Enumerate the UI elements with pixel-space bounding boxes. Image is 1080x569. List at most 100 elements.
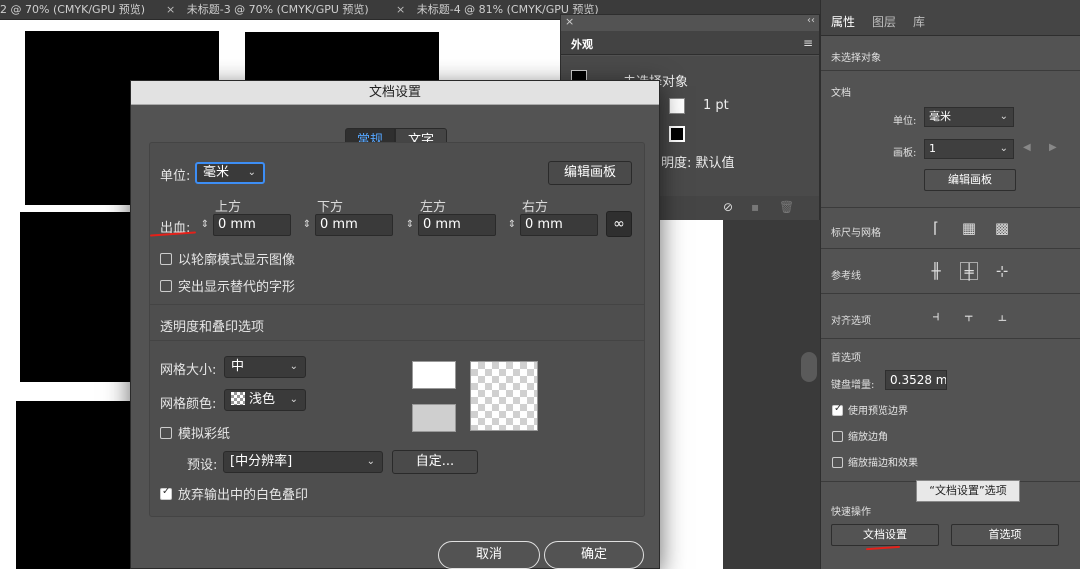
document-tab-2[interactable]: 2 @ 70% (CMYK/GPU 预览) xyxy=(0,0,145,20)
document-setup-dialog: 文档设置 常规 文字 单位: 毫米 ⌄ 编辑画板 上方 下方 左方 右方 出血: … xyxy=(130,80,660,569)
document-tab-untitled-3[interactable]: × 未标题-3 @ 70% (CMYK/GPU 预览) xyxy=(166,0,369,20)
checkbox-icon xyxy=(160,253,172,265)
tab-properties[interactable]: 属性 xyxy=(831,13,855,30)
appearance-panel-header: 外观 ≡ xyxy=(561,31,819,55)
ruler-icon[interactable]: ⌈ xyxy=(927,219,945,237)
tab-label: 未标题-3 @ 70% (CMYK/GPU 预览) xyxy=(186,3,369,16)
bleed-bottom-input[interactable]: 0 mm xyxy=(315,214,393,236)
bleed-bottom-stepper[interactable]: ⇕ xyxy=(301,214,313,236)
divider xyxy=(149,304,645,305)
checkbox-checked-icon xyxy=(160,486,172,500)
artboard-black-rect[interactable] xyxy=(16,401,136,569)
keyboard-increment-input[interactable]: 0.3528 m xyxy=(885,370,947,390)
keyboard-increment-label: 键盘增量: xyxy=(831,380,875,391)
edit-artboards-button[interactable]: 编辑画板 xyxy=(548,161,632,185)
bleed-top-input[interactable]: 0 mm xyxy=(213,214,291,236)
link-bleed-icon[interactable]: ∞ xyxy=(606,211,632,237)
grid-colors-select[interactable]: 浅色 ⌄ xyxy=(224,389,306,411)
ok-button[interactable]: 确定 xyxy=(544,541,644,569)
units-select[interactable]: 毫米 ⌄ xyxy=(195,162,265,184)
tab-layers[interactable]: 图层 xyxy=(872,13,896,30)
panel-menu-icon[interactable]: ≡ xyxy=(803,36,813,50)
show-outline-images-checkbox[interactable]: 以轮廓模式显示图像 xyxy=(160,249,295,268)
use-preview-bounds-checkbox[interactable]: 使用预览边界 xyxy=(832,402,908,417)
tab-libraries[interactable]: 库 xyxy=(913,13,925,30)
preset-value: [中分辨率] xyxy=(230,454,293,469)
clear-appearance-icon[interactable]: ⊘ xyxy=(723,200,733,214)
show-guides-icon[interactable]: ╫ xyxy=(927,262,945,280)
checkbox-icon xyxy=(160,280,172,292)
panel-tabs: 属性 图层 库 xyxy=(821,0,1080,36)
artboard-label: 画板: xyxy=(893,148,917,159)
document-setup-tooltip: “文档设置”选项 xyxy=(916,480,1020,502)
bleed-top-label: 上方 xyxy=(215,200,242,215)
cancel-button[interactable]: 取消 xyxy=(438,541,540,569)
close-panel-icon[interactable]: × xyxy=(565,15,574,28)
opacity-value[interactable]: 明度: 默认值 xyxy=(661,152,735,171)
grid-preview-white-swatch[interactable] xyxy=(412,361,456,389)
trash-icon[interactable]: 🗑 xyxy=(779,200,794,214)
lock-guides-icon[interactable]: ╪ xyxy=(960,262,978,281)
artboard-select[interactable]: 1 ⌄ xyxy=(924,139,1014,159)
highlight-glyphs-checkbox[interactable]: 突出显示替代的字形 xyxy=(160,276,295,295)
edit-artboards-button[interactable]: 编辑画板 xyxy=(924,169,1016,191)
checkbox-icon xyxy=(160,427,172,439)
prev-artboard-icon[interactable]: ◀ xyxy=(1023,142,1031,153)
scale-strokes-checkbox[interactable]: 缩放描边和效果 xyxy=(832,454,918,469)
units-select[interactable]: 毫米 ⌄ xyxy=(924,107,1014,127)
close-tab-icon[interactable]: × xyxy=(166,3,175,16)
chevron-down-icon: ⌄ xyxy=(289,394,298,405)
grid-preview-gray-swatch[interactable] xyxy=(412,404,456,432)
close-tab-icon[interactable]: × xyxy=(396,3,405,16)
guides-section: 参考线 ╫ ╪ ⊹ xyxy=(821,250,1080,294)
simulate-paper-checkbox[interactable]: 模拟彩纸 xyxy=(160,423,230,442)
bleed-left-label: 左方 xyxy=(420,200,447,215)
checkbox-label: 突出显示替代的字形 xyxy=(178,280,296,295)
bleed-right-input[interactable]: 0 mm xyxy=(520,214,598,236)
custom-button[interactable]: 自定... xyxy=(392,450,478,474)
snap-to-glyph-icon[interactable]: ⫠ xyxy=(993,307,1011,325)
transparency-heading: 透明度和叠印选项 xyxy=(160,320,265,335)
checkbox-icon xyxy=(832,431,843,442)
grid-icon[interactable]: ▦ xyxy=(960,219,978,237)
grid-size-select[interactable]: 中 ⌄ xyxy=(224,356,306,378)
duplicate-icon[interactable]: ▪ xyxy=(751,200,759,214)
collapse-panel-icon[interactable]: ‹‹ xyxy=(807,15,815,26)
next-artboard-icon[interactable]: ▶ xyxy=(1049,142,1057,153)
section-heading: 标尺与网格 xyxy=(831,228,881,239)
grid-colors-label: 网格颜色: xyxy=(160,397,217,412)
transparency-grid-preview xyxy=(470,361,538,431)
units-value: 毫米 xyxy=(929,110,951,123)
preferences-button[interactable]: 首选项 xyxy=(951,524,1059,546)
artboard-black-rect[interactable] xyxy=(245,32,439,82)
bleed-left-stepper[interactable]: ⇕ xyxy=(404,214,416,236)
fill-swatch[interactable] xyxy=(669,126,685,142)
bleed-left-input[interactable]: 0 mm xyxy=(418,214,496,236)
stroke-width-value[interactable]: 1 pt xyxy=(703,98,729,113)
vertical-scrollbar[interactable] xyxy=(801,352,817,382)
artboard-canvas-strip[interactable] xyxy=(660,210,723,569)
rulers-grids-section: 标尺与网格 ⌈ ▦ ▩ xyxy=(821,209,1080,249)
artboard-black-rect[interactable] xyxy=(20,212,135,382)
bleed-bottom-label: 下方 xyxy=(317,200,344,215)
checkbox-label: 缩放边角 xyxy=(848,432,888,443)
preset-select[interactable]: [中分辨率] ⌄ xyxy=(223,451,383,473)
checkbox-label: 使用预览边界 xyxy=(848,406,908,417)
snap-to-point-icon[interactable]: ⫞ xyxy=(927,307,945,325)
units-label: 单位: xyxy=(160,169,191,184)
transparency-grid-icon[interactable]: ▩ xyxy=(993,219,1011,237)
stroke-swatch[interactable] xyxy=(669,98,685,114)
snap-to-pixel-icon[interactable]: ⫟ xyxy=(960,307,978,325)
section-heading: 首选项 xyxy=(831,353,861,364)
units-label: 单位: xyxy=(893,116,917,127)
checkbox-label: 模拟彩纸 xyxy=(178,427,231,442)
divider xyxy=(149,340,645,341)
smart-guides-icon[interactable]: ⊹ xyxy=(993,262,1011,280)
chevron-down-icon: ⌄ xyxy=(999,111,1008,122)
scale-corners-checkbox[interactable]: 缩放边角 xyxy=(832,428,888,443)
bleed-right-stepper[interactable]: ⇕ xyxy=(506,214,518,236)
bleed-top-stepper[interactable]: ⇕ xyxy=(199,214,211,236)
discard-white-overprint-checkbox[interactable]: 放弃输出中的白色叠印 xyxy=(160,484,308,503)
bleed-right-label: 右方 xyxy=(522,200,549,215)
document-setup-button[interactable]: 文档设置 xyxy=(831,524,939,546)
